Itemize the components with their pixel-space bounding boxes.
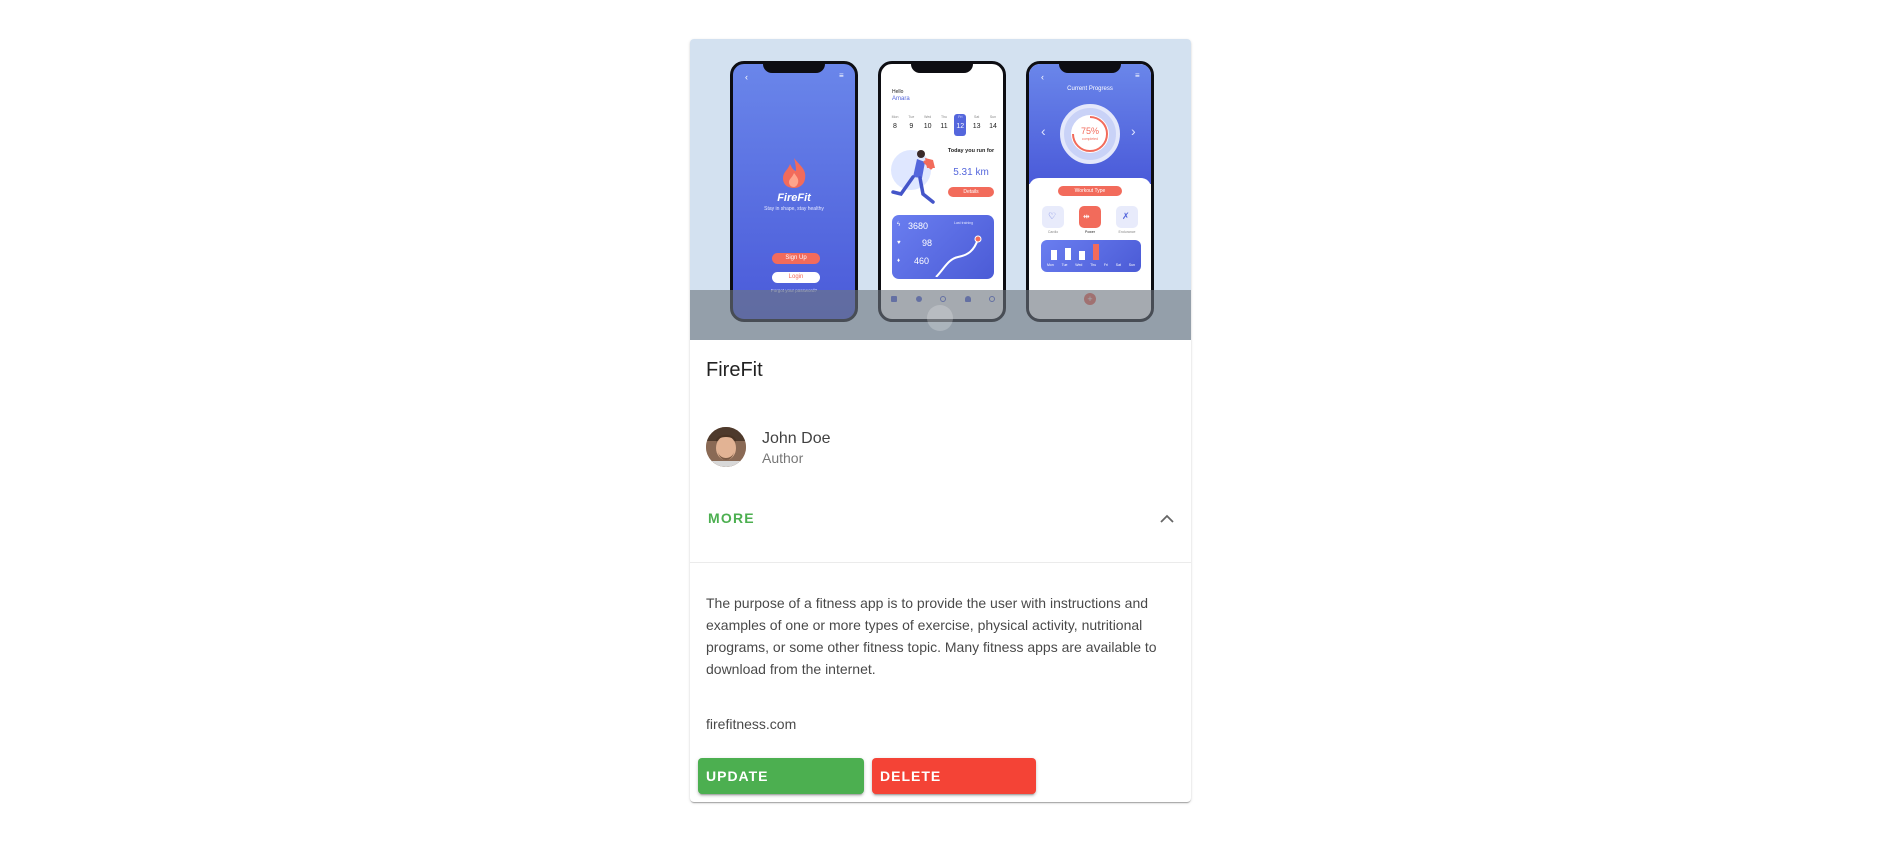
- workout-type-power[interactable]: ⇹: [1079, 206, 1101, 228]
- phone-mockup-progress: ‹ ≡ Current Progress ‹ › 75% completed W…: [1026, 61, 1154, 322]
- route-line-icon: [935, 235, 982, 277]
- login-button[interactable]: Login: [772, 272, 820, 283]
- week-labels: Mon Tue Wed Thu Fri Sat Sun: [1047, 263, 1135, 267]
- author-name: John Doe: [762, 430, 831, 447]
- card-title: FireFit: [706, 359, 763, 381]
- weekly-bar: [1079, 251, 1085, 260]
- phone-notch: [1059, 64, 1121, 73]
- distance-value: 5.31 km: [953, 167, 989, 178]
- avatar: [706, 427, 746, 467]
- runner-icon: ✗: [1122, 211, 1130, 221]
- bolt-icon: ϟ: [897, 222, 901, 228]
- date-item[interactable]: Sat 13: [971, 114, 983, 136]
- heart-icon: ♥: [897, 240, 901, 246]
- next-arrow-icon[interactable]: ›: [1131, 123, 1136, 139]
- stat-steps: 3680: [908, 221, 929, 231]
- details-button[interactable]: Details: [948, 187, 994, 197]
- weekly-chart: Mon Tue Wed Thu Fri Sat Sun: [1041, 240, 1141, 272]
- date-item[interactable]: Mon 8: [889, 114, 901, 136]
- workout-type-endurance[interactable]: ✗: [1116, 206, 1138, 228]
- back-arrow-icon: ‹: [1041, 72, 1044, 82]
- type-label-power: Power: [1085, 230, 1095, 234]
- stat-heart: 98: [922, 238, 933, 248]
- type-label-endurance: Endurance: [1118, 230, 1136, 234]
- progress-percent: 75%: [1080, 126, 1099, 136]
- runner-illustration-icon: [891, 150, 935, 204]
- card-media[interactable]: ‹ ≡ FireFit Stay in shape, stay healthy …: [690, 39, 1191, 340]
- heart-icon: ♡: [1048, 211, 1057, 221]
- weekly-bar: [1065, 248, 1071, 260]
- update-portfolio-button[interactable]: UPDATE PORTFOLIO: [698, 758, 864, 794]
- stats-caption: Last training: [954, 221, 974, 225]
- weekly-bar: [1093, 244, 1099, 260]
- progress-ring: 75% completed: [1060, 104, 1120, 164]
- type-label-cardio: Cardio: [1047, 230, 1059, 234]
- divider: [690, 562, 1191, 563]
- portfolio-card: ‹ ≡ FireFit Stay in shape, stay healthy …: [690, 39, 1191, 802]
- date-item[interactable]: Sun 14: [987, 114, 999, 136]
- signup-button[interactable]: Sign Up: [772, 253, 820, 264]
- website-link[interactable]: firefitness.com: [706, 716, 796, 732]
- date-item[interactable]: Thu 11: [938, 114, 950, 136]
- phone-notch: [911, 64, 973, 73]
- overlay-indicator: [927, 305, 953, 331]
- workout-type-cardio[interactable]: ♡: [1042, 206, 1064, 228]
- greeting: Hello: [892, 89, 904, 95]
- progress-caption: completed: [1081, 137, 1099, 141]
- author-avatar-image: [706, 427, 746, 467]
- brand-tagline: Stay in shape, stay healthy: [764, 206, 824, 212]
- menu-icon: ≡: [1135, 71, 1140, 80]
- drop-icon: ♦: [897, 258, 901, 264]
- flame-logo-icon: [783, 158, 806, 188]
- run-label: Today you run for: [947, 148, 995, 154]
- stats-panel: ϟ 3680 ♥ 98 ♦ 460 Last training: [892, 215, 994, 279]
- date-item-selected[interactable]: Fri 12: [954, 114, 967, 136]
- progress-title: Current Progress: [1067, 86, 1113, 92]
- card-description: The purpose of a fitness app is to provi…: [706, 595, 1157, 677]
- prev-arrow-icon[interactable]: ‹: [1041, 123, 1046, 139]
- date-strip: Mon 8 Tue 9 Wed 10 Thu 11 Fri 12 Sat 13 Sun 14: [889, 114, 999, 136]
- chevron-up-icon[interactable]: [1155, 500, 1179, 536]
- menu-icon: ≡: [839, 71, 844, 80]
- stat-calories: 460: [914, 256, 930, 266]
- phone-mockup-dashboard: Hello Amara Mon 8 Tue 9 Wed 10 Thu 11 Fri 12 …: [878, 61, 1006, 322]
- author-role: Author: [762, 450, 804, 466]
- dumbbell-icon: ⇹: [1083, 212, 1090, 221]
- weekly-bar: [1051, 250, 1057, 260]
- more-button[interactable]: MORE: [698, 500, 765, 536]
- phone-notch: [763, 64, 825, 73]
- phone-mockup-login: ‹ ≡ FireFit Stay in shape, stay healthy …: [730, 61, 858, 322]
- brand-name: FireFit: [777, 192, 811, 204]
- delete-portfolio-button[interactable]: DELETE PORTFOLIO: [872, 758, 1036, 794]
- date-item[interactable]: Wed 10: [922, 114, 934, 136]
- back-arrow-icon: ‹: [745, 72, 748, 82]
- date-item[interactable]: Tue 9: [905, 114, 917, 136]
- workout-type-pill[interactable]: Workout Type: [1058, 186, 1122, 196]
- user-name: Amara: [892, 96, 910, 102]
